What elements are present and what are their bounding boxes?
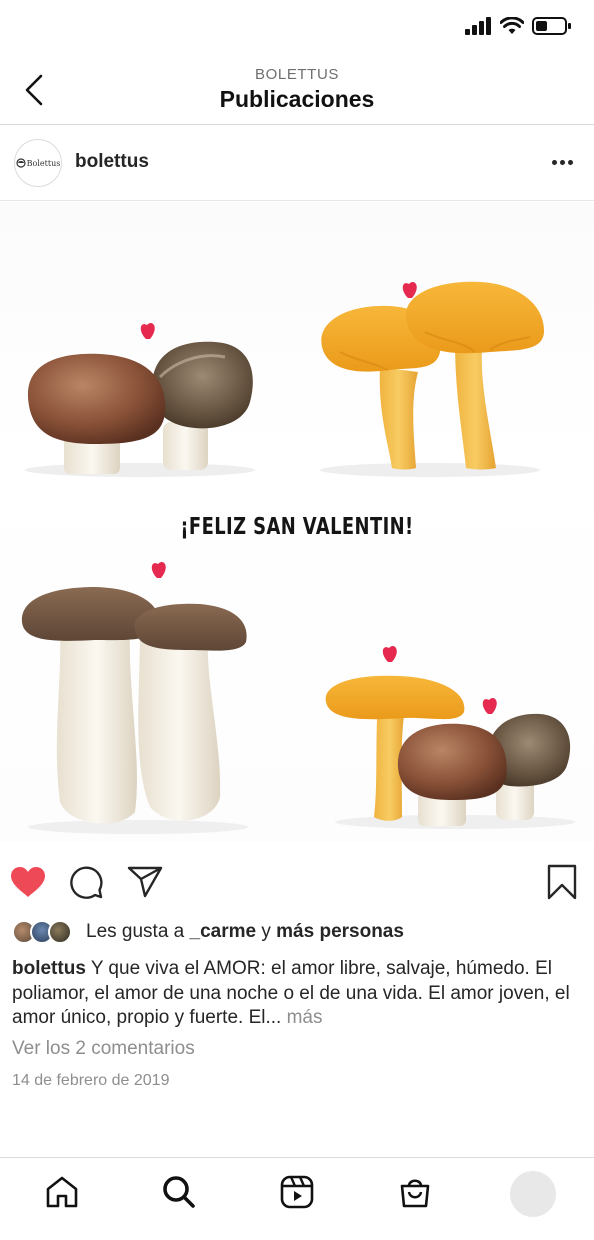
likes-others[interactable]: más personas <box>276 921 404 943</box>
tab-home[interactable] <box>42 1172 82 1212</box>
home-icon <box>46 1176 78 1208</box>
status-icons <box>465 16 572 36</box>
comment-button[interactable] <box>66 862 106 902</box>
likes-prefix: Les gusta a <box>86 921 185 942</box>
caption-more-link[interactable]: más <box>287 1007 323 1028</box>
save-button[interactable] <box>542 862 582 902</box>
wifi-icon <box>500 17 524 34</box>
tab-profile[interactable] <box>510 1171 556 1217</box>
likes-joiner: y <box>261 921 271 942</box>
view-comments-link[interactable]: Ver los 2 comentarios <box>12 1038 195 1060</box>
header-subtitle: BOLETTUS <box>255 66 339 83</box>
battery-icon <box>532 17 571 35</box>
post-date: 14 de febrero de 2019 <box>12 1072 170 1089</box>
caption-username[interactable]: bolettus <box>12 958 86 979</box>
nav-header: BOLETTUS Publicaciones <box>0 56 594 125</box>
heart-icon <box>11 867 45 897</box>
reels-icon <box>280 1175 314 1209</box>
image-caption-text: ¡FELIZ SAN VALENTIN! <box>180 514 414 540</box>
search-icon <box>163 1176 195 1208</box>
post-header: Bolettus bolettus <box>0 125 594 201</box>
like-button[interactable] <box>8 862 48 902</box>
more-horizontal-icon <box>551 159 557 165</box>
comment-icon <box>70 866 103 899</box>
avatar-logo: Bolettus <box>16 158 61 168</box>
post-caption: bolettus Y que viva el AMOR: el amor lib… <box>12 957 577 1031</box>
likes-summary[interactable]: Les gusta a _carme y más personas <box>12 917 404 947</box>
send-icon <box>127 866 163 898</box>
post-actions <box>0 858 594 904</box>
post-username[interactable]: bolettus <box>75 151 149 173</box>
status-bar <box>0 0 594 56</box>
tab-reels[interactable] <box>277 1172 317 1212</box>
shop-icon <box>400 1179 430 1208</box>
page-title: Publicaciones <box>219 86 375 112</box>
bookmark-icon <box>547 864 577 900</box>
share-button[interactable] <box>125 862 165 902</box>
tab-search[interactable] <box>159 1172 199 1212</box>
bolettus-logo-icon <box>16 158 26 168</box>
bottom-nav <box>0 1157 594 1240</box>
avatar[interactable]: Bolettus <box>14 139 62 187</box>
avatar-logo-text: Bolettus <box>26 158 61 168</box>
likes-user[interactable]: _carme <box>190 921 257 943</box>
signal-icon <box>465 17 491 35</box>
liker-avatars <box>12 918 78 946</box>
post-image[interactable]: ¡FELIZ SAN VALENTIN! <box>0 202 594 842</box>
more-options-button[interactable] <box>548 149 576 175</box>
tab-shop[interactable] <box>395 1172 435 1212</box>
liker-avatar <box>48 920 72 944</box>
